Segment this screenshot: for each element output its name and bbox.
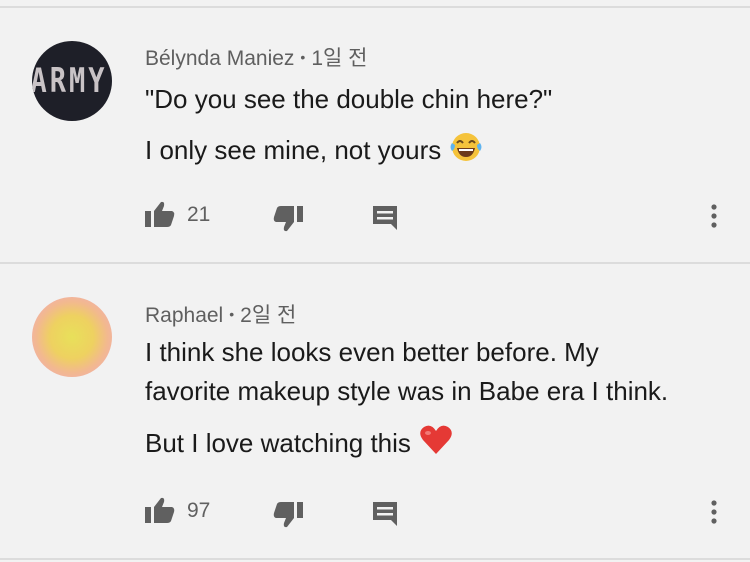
like-count: 97 — [187, 499, 211, 522]
thumbs-down-icon — [273, 502, 303, 528]
comment-text-line: I think she looks even better before. My — [145, 337, 599, 367]
dislike-button[interactable] — [273, 205, 303, 238]
comment-1: ARMY Bélynda Maniez • 1일 전 "Do you see the… — [0, 0, 750, 262]
author-name[interactable]: Bélynda Maniez — [145, 47, 294, 70]
comment-text-line: "Do you see the double chin here?" — [145, 84, 553, 114]
bottom-divider — [0, 558, 750, 560]
more-vertical-icon — [711, 500, 717, 524]
dislike-button[interactable] — [273, 501, 303, 534]
author-name[interactable]: Raphael — [145, 304, 223, 327]
like-button[interactable] — [145, 496, 175, 529]
like-button[interactable] — [145, 200, 175, 233]
comment-text-line: But I love watching this — [145, 424, 453, 463]
like-count: 21 — [187, 203, 211, 226]
more-vertical-icon — [711, 204, 717, 228]
thumbs-up-icon — [145, 201, 175, 227]
comment-text-line: I only see mine, not yours — [145, 131, 483, 170]
comment-time[interactable]: 1일 전 — [311, 47, 367, 70]
comment-text: But I love watching this — [145, 428, 411, 458]
comment-meta: Raphael • 2일 전 — [145, 299, 296, 329]
avatar[interactable] — [32, 297, 112, 377]
comment-time[interactable]: 2일 전 — [240, 304, 296, 327]
comment-2: Raphael • 2일 전 I think she looks even bett… — [0, 264, 750, 560]
separator-dot: • — [300, 49, 306, 65]
comment-text: I only see mine, not yours — [145, 135, 442, 165]
thumbs-down-icon — [273, 206, 303, 232]
separator-dot: • — [229, 306, 235, 322]
laughing-tears-emoji — [449, 131, 483, 170]
reply-button[interactable] — [371, 500, 399, 533]
thumbs-up-icon — [145, 497, 175, 523]
reply-comment-icon — [373, 206, 397, 230]
avatar-army-text: ARMY — [32, 61, 108, 101]
avatar[interactable]: ARMY — [32, 41, 112, 121]
reply-comment-icon — [373, 502, 397, 526]
more-options-button[interactable] — [708, 499, 720, 530]
more-options-button[interactable] — [708, 203, 720, 234]
comment-text-line: favorite makeup style was in Babe era I … — [145, 376, 669, 406]
reply-button[interactable] — [371, 204, 399, 237]
comment-meta: Bélynda Maniez • 1일 전 — [145, 42, 367, 72]
red-heart-emoji — [419, 424, 453, 463]
